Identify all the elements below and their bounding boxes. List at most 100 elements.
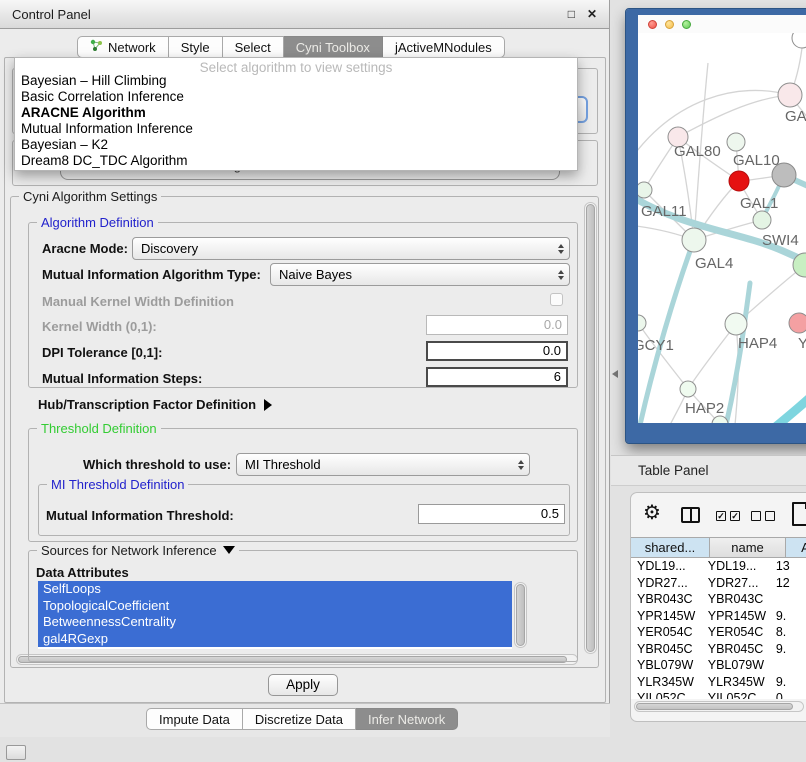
- algorithm-option[interactable]: Basic Correlation Inference: [15, 89, 577, 105]
- node-label-gal11-node: GAL11: [641, 203, 687, 220]
- table-row[interactable]: YIL052CYIL052C0: [631, 690, 806, 699]
- mi-threshold-field[interactable]: 0.5: [418, 504, 565, 524]
- tab-jactivemnodules[interactable]: jActiveMNodules: [383, 36, 505, 58]
- table-horizontal-scrollbar[interactable]: [634, 701, 804, 712]
- table-row[interactable]: YBR043CYBR043C: [631, 591, 806, 608]
- table-cell: YLR345W: [631, 674, 702, 691]
- table-row[interactable]: YLR345WYLR345W9.: [631, 674, 806, 691]
- kernel-width-label: Kernel Width (0,1):: [42, 319, 157, 334]
- bottom-tab-strip: Impute Data Discretize Data Infer Networ…: [0, 703, 610, 737]
- gear-icon[interactable]: ⚙: [643, 503, 661, 523]
- table-cell: YDR27...: [631, 575, 702, 592]
- data-attributes-label: Data Attributes: [36, 565, 129, 580]
- network-node-gcy1-node[interactable]: [638, 315, 646, 331]
- column-header-partial[interactable]: A: [786, 538, 806, 557]
- attribute-option[interactable]: TopologicalCoefficient: [38, 598, 512, 615]
- close-window-icon[interactable]: ✕: [587, 7, 597, 21]
- attribute-option[interactable]: SelfLoops: [38, 581, 512, 598]
- node-label-gal-node: GAL: [785, 108, 806, 125]
- table-cell: 0: [770, 690, 806, 699]
- algorithm-definition-title: Algorithm Definition: [37, 215, 158, 230]
- network-graph: GALGAL80GAL10GAL11GAL1SWI4GAL4GCY1HAP4YH…: [638, 33, 806, 423]
- attribute-option[interactable]: gal4RGexp: [38, 631, 512, 648]
- table-row[interactable]: YPR145WYPR145W9.: [631, 608, 806, 625]
- tab-discretize-data[interactable]: Discretize Data: [243, 708, 356, 730]
- table-cell: YDL19...: [631, 558, 702, 575]
- network-node-red-node[interactable]: [729, 171, 749, 191]
- mi-steps-field[interactable]: 6: [426, 367, 568, 387]
- network-node-gal-node[interactable]: [778, 83, 802, 107]
- dropdown-prompt: Select algorithm to view settings: [15, 58, 577, 73]
- which-threshold-combo[interactable]: MI Threshold: [236, 453, 530, 476]
- expand-right-icon: [264, 399, 272, 411]
- algorithm-option[interactable]: Bayesian – Hill Climbing: [15, 73, 577, 89]
- tab-impute-data[interactable]: Impute Data: [146, 708, 243, 730]
- algorithm-option-selected[interactable]: ARACNE Algorithm: [15, 105, 577, 121]
- network-node-top-node[interactable]: [792, 33, 806, 48]
- tab-cyni-toolbox[interactable]: Cyni Toolbox: [284, 36, 383, 58]
- table-cell: 9.: [770, 608, 806, 625]
- network-node-hap4-node[interactable]: [725, 313, 747, 335]
- kernel-width-field[interactable]: 0.0: [426, 315, 568, 335]
- network-node-gal10-node[interactable]: [727, 133, 745, 151]
- zoom-traffic-light-icon[interactable]: [682, 20, 691, 29]
- algorithm-option[interactable]: Bayesian – K2: [15, 137, 577, 153]
- algorithm-option[interactable]: Dream8 DC_TDC Algorithm: [15, 153, 577, 169]
- panel-splitter-collapse-arrow[interactable]: [612, 370, 618, 378]
- tab-style[interactable]: Style: [169, 36, 223, 58]
- deselect-checkbox-icon[interactable]: [751, 511, 761, 521]
- network-node-y-node[interactable]: [789, 313, 806, 333]
- table-row[interactable]: YDR27...YDR27...12: [631, 575, 806, 592]
- dpi-tolerance-field[interactable]: 0.0: [426, 341, 568, 361]
- screen: Control Panel □ ✕ Network Style S: [0, 0, 806, 762]
- table-cell: 9.: [770, 641, 806, 658]
- network-canvas[interactable]: GALGAL80GAL10GAL11GAL1SWI4GAL4GCY1HAP4YH…: [638, 33, 806, 423]
- node-label-hap4-node: HAP4: [738, 335, 777, 352]
- mi-threshold-group-title: MI Threshold Definition: [47, 477, 188, 492]
- minimize-traffic-light-icon[interactable]: [665, 20, 674, 29]
- select-all-checkbox-icon[interactable]: ✓: [730, 511, 740, 521]
- tab-select[interactable]: Select: [223, 36, 284, 58]
- network-node-gal4-node[interactable]: [682, 228, 706, 252]
- manual-kernel-checkbox[interactable]: [550, 293, 563, 306]
- settings-vertical-scrollbar[interactable]: [584, 202, 597, 654]
- table-cell: YLR345W: [702, 674, 770, 691]
- data-attributes-list: SelfLoops TopologicalCoefficient Between…: [38, 581, 512, 649]
- deselect-checkbox-icon[interactable]: [765, 511, 775, 521]
- column-header-name[interactable]: name: [710, 538, 786, 557]
- export-table-icon[interactable]: [792, 502, 806, 526]
- table-cell: 9.: [770, 674, 806, 691]
- network-window-titlebar: [638, 15, 806, 33]
- attribute-option[interactable]: BetweennessCentrality: [38, 614, 512, 631]
- table-row[interactable]: YBL079WYBL079W: [631, 657, 806, 674]
- select-all-checkbox-icon[interactable]: ✓: [716, 511, 726, 521]
- float-window-icon[interactable]: □: [568, 7, 575, 21]
- sources-title[interactable]: Sources for Network Inference: [37, 543, 239, 558]
- minimized-panel-icon[interactable]: [6, 745, 26, 760]
- table-cell: YBL079W: [702, 657, 770, 674]
- close-traffic-light-icon[interactable]: [648, 20, 657, 29]
- table-row[interactable]: YDL19...YDL19...13: [631, 558, 806, 575]
- hub-definition-expander[interactable]: Hub/Transcription Factor Definition: [38, 397, 272, 412]
- aracne-mode-combo[interactable]: Discovery: [132, 237, 570, 260]
- dpi-tolerance-label: DPI Tolerance [0,1]:: [42, 345, 162, 360]
- table-cell: YBR045C: [702, 641, 770, 658]
- network-node-gal1-node[interactable]: [753, 211, 771, 229]
- threshold-definition-title: Threshold Definition: [37, 421, 161, 436]
- mi-type-label: Mutual Information Algorithm Type:: [42, 267, 261, 282]
- attributes-list-scrollbar[interactable]: [514, 582, 527, 648]
- column-header-shared-name[interactable]: shared...: [631, 538, 710, 557]
- network-node-gal11-node[interactable]: [638, 182, 652, 198]
- tab-network[interactable]: Network: [77, 36, 169, 58]
- mi-type-combo[interactable]: Naive Bayes: [270, 263, 570, 286]
- tab-infer-network[interactable]: Infer Network: [356, 708, 458, 730]
- apply-button[interactable]: Apply: [268, 674, 338, 696]
- algorithm-option[interactable]: Mutual Information Inference: [15, 121, 577, 137]
- columns-icon[interactable]: [681, 507, 700, 523]
- combo-stepper-icon: [512, 454, 529, 475]
- network-graph-icon: [90, 39, 103, 55]
- network-node-hap2-node[interactable]: [680, 381, 696, 397]
- table-row[interactable]: YER054CYER054C8.: [631, 624, 806, 641]
- node-label-y-node: Y: [798, 335, 806, 352]
- table-row[interactable]: YBR045CYBR045C9.: [631, 641, 806, 658]
